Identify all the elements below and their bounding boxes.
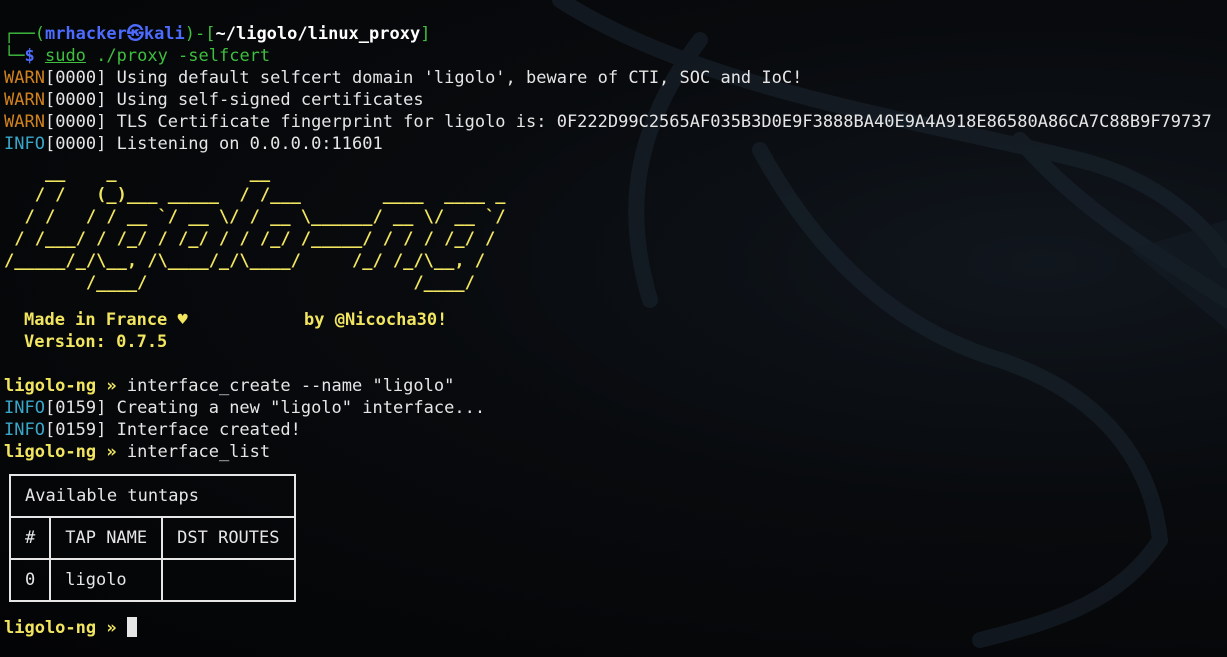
log-level: WARN [4,68,45,88]
command-text: interface_create --name "ligolo" [126,376,455,396]
log-line: WARN[0000] TLS Certificate fingerprint f… [4,111,1212,133]
shell-command-line: └─$ sudo ./proxy -selfcert [4,45,270,67]
table-header-row: # TAP NAME DST ROUTES [8,516,296,560]
log-stamp: [0000] [44,112,117,132]
log-level: WARN [4,90,45,110]
prompt-corner-top: ┌──( [4,24,45,44]
tuntaps-table: Available tuntaps # TAP NAME DST ROUTES … [8,474,296,602]
log-stamp: [0159] [44,420,117,440]
log-message: Listening on 0.0.0.0:11601 [116,134,383,154]
command-sudo: sudo [44,46,86,66]
shell-prompt-header: ┌──(mrhacker㉿kali)-[~/ligolo/linux_proxy… [4,23,430,45]
prompt-close: ] [420,24,431,44]
banner-made-in: Made in France ♥ [24,310,188,330]
prompt-dollar: $ [24,46,45,66]
column-header: # [8,516,52,560]
table-cell: 0 [8,558,52,602]
log-stamp: [0159] [44,398,117,418]
log-line: WARN[0000] Using default selfcert domain… [4,67,802,89]
table-cell: ligolo [49,558,164,602]
log-line: INFO[0159] Interface created! [4,419,301,441]
log-stamp: [0000] [44,68,117,88]
command-args: ./proxy -selfcert [85,46,271,66]
banner-author: by @Nicocha30! [304,310,448,330]
table-cell [161,558,296,602]
log-level: WARN [4,112,45,132]
prompt-path: ~/ligolo/linux_proxy [215,24,421,44]
table-title: Available tuntaps [9,474,296,518]
log-level: INFO [4,420,45,440]
log-message: Interface created! [116,420,301,440]
terminal-window[interactable]: ┌──(mrhacker㉿kali)-[~/ligolo/linux_proxy… [0,0,1227,657]
prompt-corner-bottom: └─ [4,46,25,66]
block-cursor[interactable] [126,617,137,637]
log-stamp: [0000] [44,90,117,110]
log-line: INFO[0000] Listening on 0.0.0.0:11601 [4,133,383,155]
log-line: WARN[0000] Using self-signed certificate… [4,89,424,111]
column-header: TAP NAME [49,516,164,560]
column-header: DST ROUTES [161,516,296,560]
ligolo-prompt: ligolo-ng » [4,442,127,462]
log-level: INFO [4,398,45,418]
ligolo-prompt: ligolo-ng » [4,618,127,638]
ligolo-input-line[interactable]: ligolo-ng » [4,617,137,639]
log-message: TLS Certificate fingerprint for ligolo i… [116,112,1212,132]
banner-version: Version: 0.7.5 [24,332,168,352]
log-message: Creating a new "ligolo" interface... [116,398,486,418]
log-line: INFO[0159] Creating a new "ligolo" inter… [4,397,485,419]
ligolo-prompt: ligolo-ng » [4,376,127,396]
log-message: Using default selfcert domain 'ligolo', … [116,68,803,88]
ligolo-ng-ascii-logo: __ _ __ / / (_)___ _____ / /___ ____ ___… [4,163,506,293]
ligolo-command-line: ligolo-ng » interface_create --name "lig… [4,375,454,397]
prompt-user-host: mrhacker㉿kali [44,24,185,44]
command-text: interface_list [126,442,271,462]
log-stamp: [0000] [44,134,117,154]
ligolo-command-line: ligolo-ng » interface_list [4,441,270,463]
log-level: INFO [4,134,45,154]
table-row: 0 ligolo [8,558,296,602]
log-message: Using self-signed certificates [116,90,424,110]
prompt-separator: )-[ [184,24,216,44]
table-title-row: Available tuntaps [9,474,296,518]
